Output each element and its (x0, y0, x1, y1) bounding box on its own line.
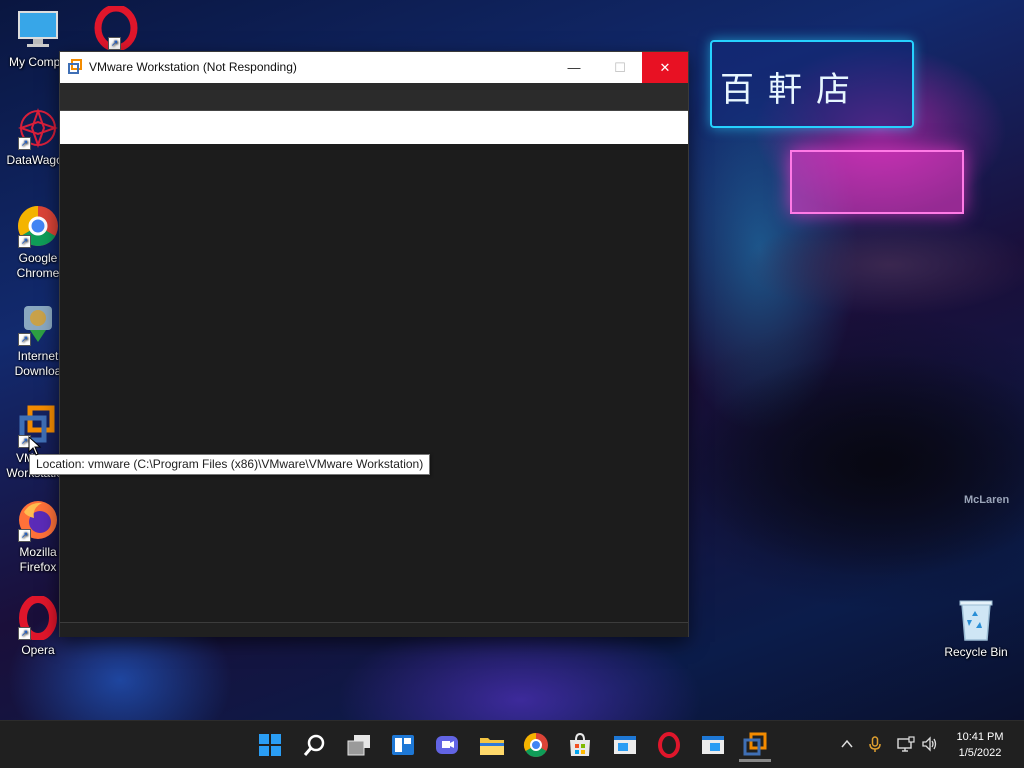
minimize-button[interactable]: — (551, 52, 597, 83)
store-icon (570, 732, 590, 756)
folder-icon (480, 738, 504, 755)
wallpaper-pink-sign (790, 150, 964, 214)
window-content-area (60, 144, 688, 622)
maximize-button[interactable]: ☐ (597, 52, 643, 83)
app-taskbar-button-2[interactable] (697, 729, 729, 761)
mouse-cursor-icon (28, 435, 42, 456)
opera-taskbar-button[interactable] (653, 729, 685, 761)
clock-time: 10:41 PM (956, 731, 1004, 743)
location-tooltip: Location: vmware (C:\Program Files (x86)… (29, 454, 431, 475)
chrome-taskbar-button[interactable] (520, 729, 552, 761)
search-icon (303, 734, 325, 756)
window-app-icon (614, 736, 636, 754)
desktop-icon-label: Opera (21, 643, 55, 657)
opera-icon (658, 732, 680, 758)
opera-icon: ↗ (94, 4, 138, 52)
network-icon[interactable] (897, 735, 915, 753)
chat-button[interactable] (431, 729, 463, 761)
clock-date: 1/5/2022 (958, 747, 1002, 759)
chrome-icon (523, 733, 548, 758)
chat-icon (436, 736, 458, 754)
file-explorer-button[interactable] (476, 729, 508, 761)
wallpaper-neon-sign: 百軒店 (710, 40, 914, 128)
wallpaper-sign-text: 百軒店 (720, 70, 864, 110)
vmware-icon (743, 732, 767, 756)
search-button[interactable] (299, 729, 331, 761)
close-button[interactable]: ✕ (642, 52, 688, 83)
desktop-icon-recycle-bin[interactable]: Recycle Bin (940, 598, 1012, 659)
window-menubar (60, 83, 688, 111)
firefox-icon: ↗ (16, 498, 60, 542)
widgets-button[interactable] (387, 729, 419, 761)
start-button[interactable] (254, 729, 286, 761)
taskbar-clock[interactable]: 10:41 PM 1/5/2022 (948, 729, 1012, 761)
shortcut-arrow-icon: ↗ (18, 529, 31, 542)
task-view-button[interactable] (343, 729, 375, 761)
task-view-icon (347, 735, 370, 756)
wallpaper-brand-text: McLaren (964, 494, 1010, 506)
vmware-window[interactable]: VMware Workstation (Not Responding) — ☐ … (60, 52, 688, 637)
window-title: VMware Workstation (Not Responding) (89, 60, 297, 74)
desktop-icon-opera-top[interactable]: ↗ (78, 4, 154, 53)
desktop: 百軒店 McLaren My Compu ↗ ↗ DataWagon ↗ Goo… (0, 0, 1024, 768)
download-manager-icon: ↗ (16, 302, 60, 346)
recycle-bin-icon (956, 598, 996, 642)
vmware-taskbar-button[interactable] (739, 729, 771, 762)
window-titlebar[interactable]: VMware Workstation (Not Responding) — ☐ … (60, 52, 688, 83)
shortcut-arrow-icon: ↗ (18, 235, 31, 248)
show-hidden-icons-chevron-up-icon[interactable] (838, 735, 856, 753)
desktop-icon-label: Recycle Bin (944, 645, 1008, 659)
window-toolbar (60, 111, 688, 144)
app-taskbar-button[interactable] (609, 729, 641, 761)
shortcut-arrow-icon: ↗ (18, 137, 31, 150)
window-app-icon (702, 736, 724, 754)
taskbar: 10:41 PM 1/5/2022 (0, 720, 1024, 768)
microphone-icon[interactable] (866, 735, 884, 753)
window-statusbar (60, 622, 688, 637)
shortcut-arrow-icon: ↗ (18, 627, 31, 640)
widgets-icon (392, 735, 414, 755)
datawagon-icon: ↗ (16, 106, 60, 150)
windows-logo-icon (259, 734, 281, 756)
chrome-icon: ↗ (16, 204, 60, 248)
vmware-icon (67, 59, 83, 75)
volume-icon[interactable] (921, 735, 939, 753)
shortcut-arrow-icon: ↗ (18, 333, 31, 346)
shortcut-arrow-icon: ↗ (108, 37, 121, 50)
wallpaper-car (690, 205, 1024, 585)
computer-icon (16, 8, 60, 52)
opera-icon: ↗ (16, 595, 60, 641)
store-button[interactable] (564, 729, 596, 761)
